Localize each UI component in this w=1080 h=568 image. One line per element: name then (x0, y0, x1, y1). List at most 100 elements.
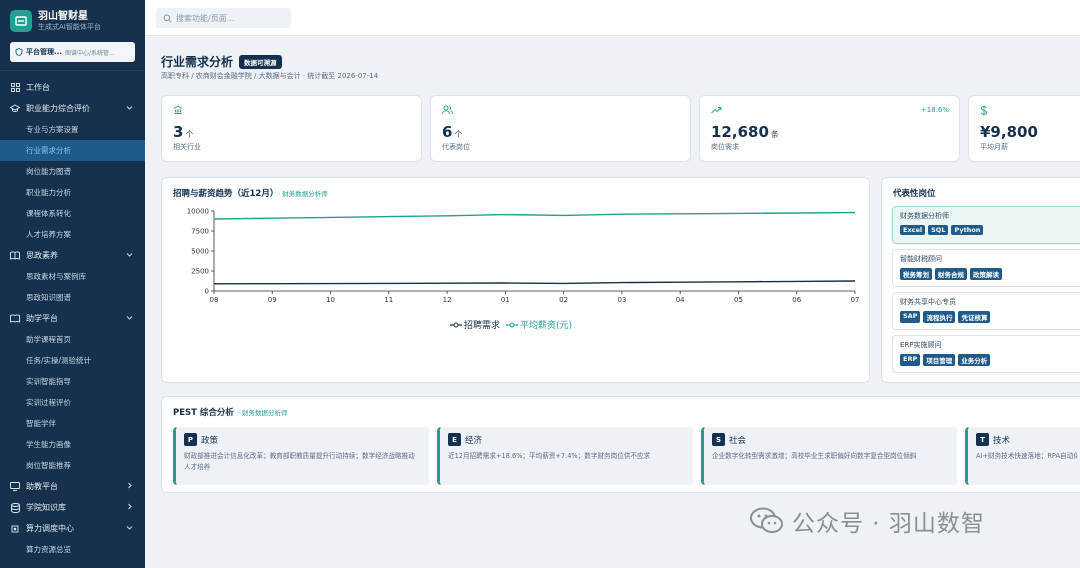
page-title: 行业需求分析 (161, 55, 234, 69)
y-tick-label: 5000 (191, 248, 209, 256)
nav-career-label: 职业能力综合评价 (26, 104, 90, 113)
search-placeholder: 搜索功能/页面... (176, 13, 235, 23)
sidebar-item-practice-guide[interactable]: 实训智能指导 (0, 371, 145, 392)
grid-icon (10, 83, 20, 93)
monitor-icon (10, 482, 20, 492)
x-tick-label: 02 (559, 296, 568, 304)
chevron-down-icon (126, 316, 133, 320)
skill-tag: 项目管理 (923, 354, 956, 366)
cpu-icon (10, 524, 20, 534)
kpi-trend: +18.6% (920, 106, 949, 114)
platform-sub: 图谱中心/系统管... (64, 49, 115, 57)
kpi-card-salary: ¥9,800 平均月薪 (968, 95, 1080, 162)
roles-card: 代表性岗位 财务数据分析师 Excel SQL Python 智能财税顾问 税务… (881, 177, 1080, 383)
nav-teaching-label: 助教平台 (26, 482, 58, 491)
brand-title: 羽山智财星 (38, 10, 88, 22)
users-icon (442, 105, 453, 115)
nav-knowledge-label: 学院知识库 (26, 503, 66, 512)
role-item[interactable]: ERP实施顾问 ERP 项目管理 业务分析 (892, 335, 1080, 373)
book-icon (10, 251, 20, 261)
nav-career[interactable]: 职业能力综合评价 (0, 98, 145, 119)
skill-tag: 税务筹划 (900, 268, 932, 280)
sidebar-item-smart-buddy[interactable]: 智能学伴 (0, 413, 145, 434)
skill-tag: Python (951, 225, 984, 235)
wechat-icon (750, 507, 783, 533)
brand-logo-icon (10, 10, 32, 32)
nav-teaching[interactable]: 助教平台 (0, 476, 145, 497)
pest-card: PEST 综合分析 · 财务数据分析师 P 政策 财政部推进会计信息化改革；教育部职… (161, 396, 1080, 493)
main-content: 行业需求分析 数据可溯源 高职专科 / 农商财会金融学院 / 大数据与会计 · … (145, 36, 1080, 568)
kpi-label: 岗位需求 (711, 143, 739, 151)
sidebar-item-job-map[interactable]: 岗位能力图谱 (0, 161, 145, 182)
x-tick-label: 03 (617, 296, 626, 304)
sidebar-item-practice-eval[interactable]: 实训过程评价 (0, 392, 145, 413)
sidebar-item-job-recommend[interactable]: 岗位智能推荐 (0, 455, 145, 476)
sidebar-item-training-plan[interactable]: 人才培养方案 (0, 224, 145, 245)
legend-item-salary[interactable]: 平均薪资(元) (506, 318, 572, 331)
nav-workbench-label: 工作台 (26, 83, 50, 92)
sidebar-item-curriculum[interactable]: 课程体系转化 (0, 203, 145, 224)
trend-up-icon (711, 107, 722, 114)
platform-label: 平台管理... (26, 48, 62, 56)
role-item[interactable]: 财务数据分析师 Excel SQL Python (892, 206, 1080, 244)
sidebar-item-industry-demand[interactable]: 行业需求分析 (0, 140, 145, 161)
skill-tag: Excel (900, 225, 926, 235)
sidebar-item-student-profile[interactable]: 学生能力画像 (0, 434, 145, 455)
search-input[interactable]: 搜索功能/页面... (156, 8, 291, 28)
skill-tag: 流程执行 (923, 311, 956, 323)
nav-compute[interactable]: 算力调度中心 (0, 518, 145, 539)
kpi-label: 代表岗位 (442, 143, 470, 151)
platform-switch-button[interactable]: 平台管理... 图谱中心/系统管... (10, 42, 135, 62)
sidebar-item-compute-overview[interactable]: 算力资源总览 (0, 539, 145, 560)
skill-tag: SAP (900, 311, 921, 323)
chevron-down-icon (126, 106, 133, 110)
skill-tag: 凭证核算 (958, 311, 991, 323)
x-tick-label: 12 (443, 296, 452, 304)
dollar-icon (980, 105, 987, 116)
role-item[interactable]: 财务共享中心专员 SAP 流程执行 凭证核算 (892, 292, 1080, 330)
series-line-1 (213, 211, 856, 220)
roles-title: 代表性岗位 (893, 189, 936, 199)
x-tick-label: 07 (851, 296, 860, 304)
x-tick-label: 08 (210, 296, 219, 304)
kpi-card-demand: +18.6% 12,680 条 岗位需求 (699, 95, 960, 162)
chevron-down-icon (126, 526, 133, 530)
nav-knowledge[interactable]: 学院知识库 (0, 497, 145, 518)
pest-item-politics: P 政策 财政部推进会计信息化改革；教育部职教质量提升行动持续；数字经济战略推动人… (173, 427, 429, 485)
sidebar-item-ideology-cases[interactable]: 思政素材与案例库 (0, 266, 145, 287)
skill-tag: SQL (928, 225, 949, 235)
pest-item-economy: E 经济 近12月招聘需求+18.6%；平均薪资+7.4%；数字财务岗位供不应求 (437, 427, 693, 485)
legend-item-demand[interactable]: 招聘需求 (450, 318, 500, 331)
role-item[interactable]: 智能财税顾问 税务筹划 财务合规 政策解读 (892, 249, 1080, 287)
y-tick-label: 2500 (191, 268, 209, 276)
pest-item-technology: T技术 AI+财务技术快速落地；RPA自动化核心技能 (965, 427, 1080, 485)
sidebar-item-task-stats[interactable]: 任务/实操/测验统计 (0, 350, 145, 371)
book-open-icon (10, 314, 20, 324)
sidebar-item-ability-analysis[interactable]: 职业能力分析 (0, 182, 145, 203)
sidebar-item-program-setup[interactable]: 专业与方案设置 (0, 119, 145, 140)
y-tick-label: 0 (205, 288, 209, 296)
brand: 羽山智财星 生成式AI智能体平台 (0, 0, 145, 38)
watermark: 公众号 · 羽山数智 (750, 504, 985, 538)
x-tick-label: 10 (326, 296, 335, 304)
nav-ideology-label: 思政素养 (26, 251, 58, 260)
kpi-card-industries: 3个 相关行业 (161, 95, 422, 162)
database-icon (10, 502, 20, 513)
brand-subtitle: 生成式AI智能体平台 (38, 22, 101, 31)
kpi-label: 相关行业 (173, 143, 201, 151)
x-tick-label: 04 (676, 296, 685, 304)
shield-icon (15, 48, 23, 56)
nav-learning[interactable]: 助学平台 (0, 308, 145, 329)
watermark-text: 公众号 · 羽山数智 (792, 511, 985, 537)
nav-workbench[interactable]: 工作台 (0, 77, 145, 98)
breadcrumb: 高职专科 / 农商财会金融学院 / 大数据与会计 · 统计截至 2026-07-… (161, 72, 379, 80)
pest-item-society: S 社会 企业数字化转型需求激增；高校毕业生求职偏好向数字复合型岗位倾斜 (701, 427, 957, 485)
x-tick-label: 06 (792, 296, 801, 304)
sidebar-item-course-home[interactable]: 助学课程首页 (0, 329, 145, 350)
bank-icon (173, 105, 183, 114)
kpi-value: 3个 (173, 123, 194, 141)
sidebar-item-ideology-map[interactable]: 思政知识图谱 (0, 287, 145, 308)
nav-ideology[interactable]: 思政素养 (0, 245, 145, 266)
chevron-right-icon (128, 482, 132, 489)
kpi-label: 平均月薪 (980, 143, 1008, 151)
